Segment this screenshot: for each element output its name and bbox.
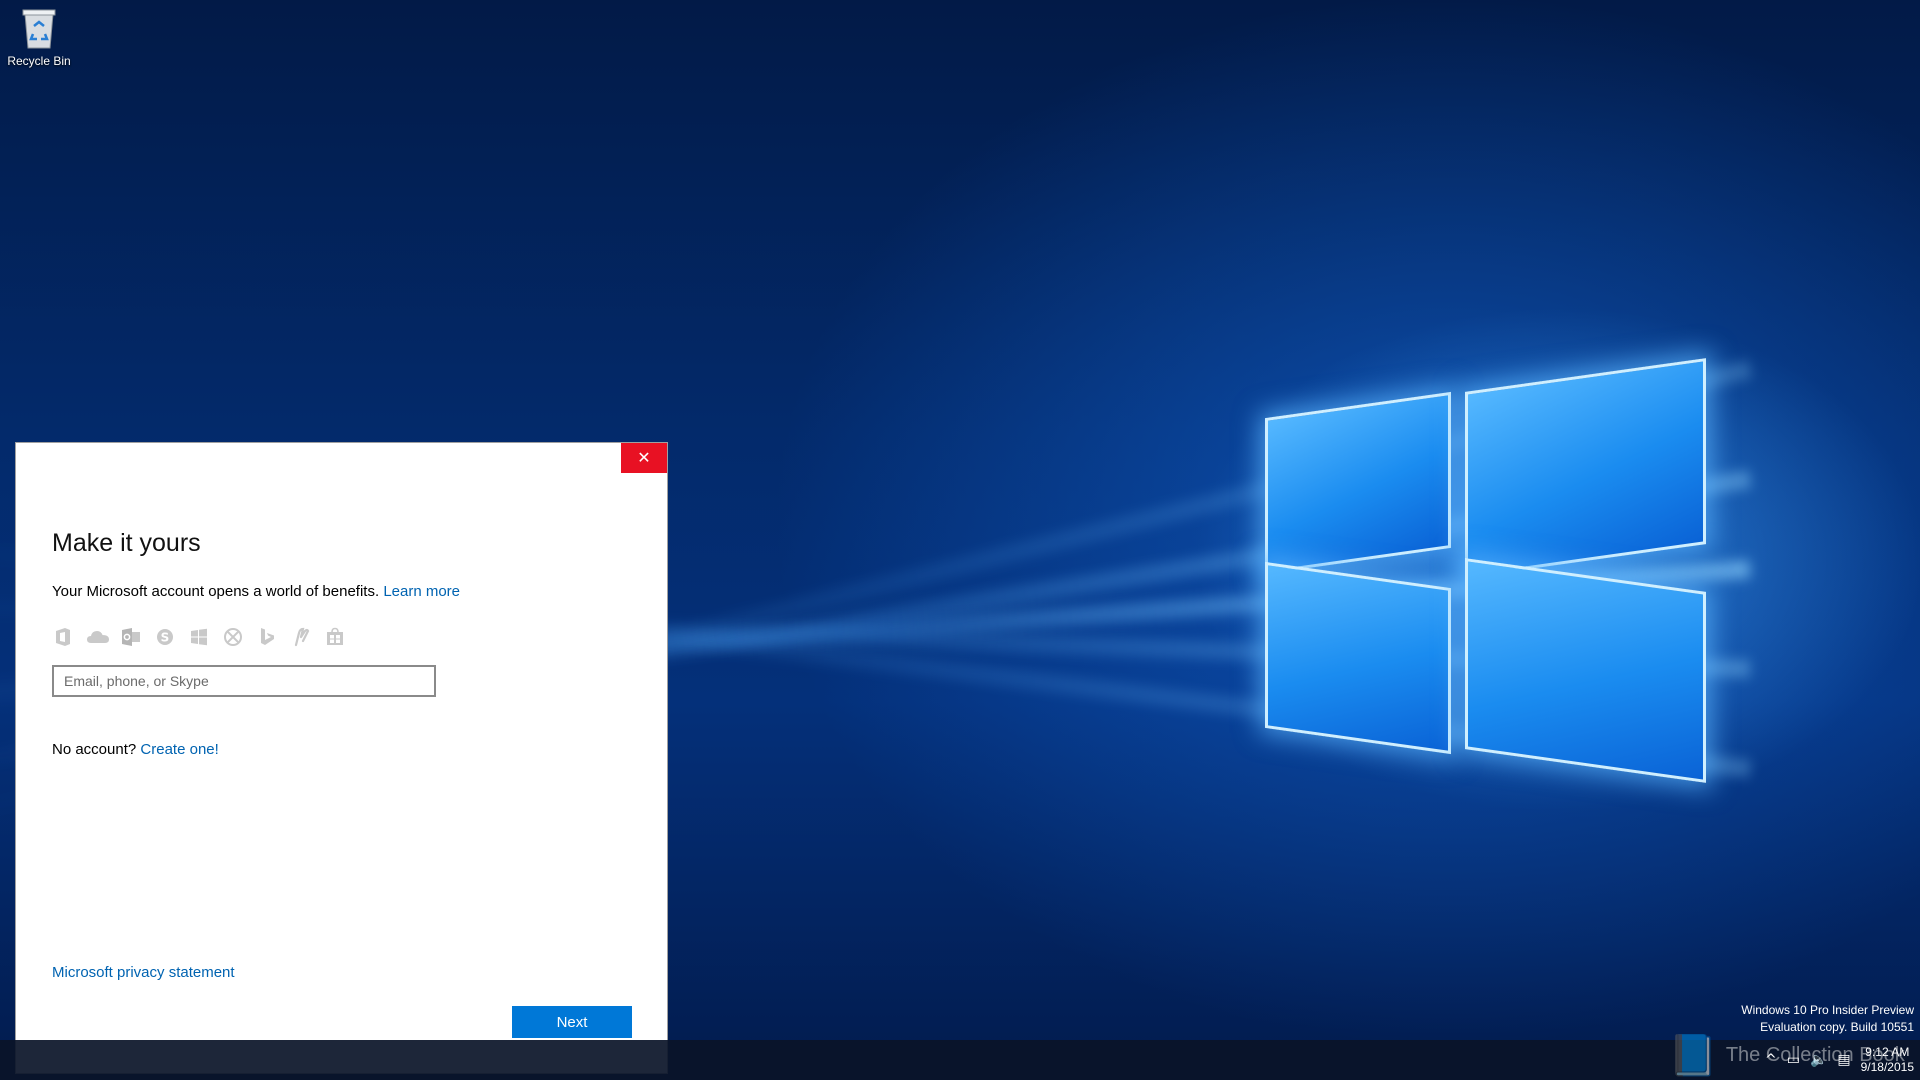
no-account-text: No account?: [52, 741, 137, 758]
onedrive-icon: [86, 627, 109, 647]
learn-more-link[interactable]: Learn more: [383, 583, 460, 600]
watermark-edition: Windows 10 Pro Insider Preview: [1741, 1003, 1914, 1017]
recycle-bin-shortcut[interactable]: Recycle Bin: [4, 6, 74, 68]
benefits-text: Your Microsoft account opens a world of …: [52, 583, 460, 600]
logo-pane: [1265, 391, 1451, 575]
microsoft-account-dialog: ✕ Make it yours Your Microsoft account o…: [15, 442, 668, 1074]
close-button[interactable]: ✕: [621, 443, 667, 473]
bing-icon: [256, 627, 278, 647]
xbox-icon: [222, 627, 244, 647]
msn-icon: [290, 627, 312, 647]
recycle-bin-icon: [20, 8, 58, 50]
logo-pane: [1465, 358, 1706, 578]
desktop: Recycle Bin ✕ Make it yours Your Microso…: [0, 0, 1920, 1080]
logo-pane: [1265, 561, 1451, 755]
service-icons-row: S: [52, 627, 346, 647]
outlook-icon: [120, 627, 142, 647]
recycle-bin-label: Recycle Bin: [7, 54, 71, 68]
book-icon: 📘: [1668, 1033, 1718, 1079]
no-account-row: No account? Create one!: [52, 741, 219, 758]
store-icon: [324, 627, 346, 647]
next-button[interactable]: Next: [512, 1006, 632, 1038]
taskbar: ^ ▭ 🔈 ▤ 9:12 AM 9/18/2015: [0, 1040, 1920, 1080]
privacy-statement-link[interactable]: Microsoft privacy statement: [52, 964, 235, 981]
benefits-description: Your Microsoft account opens a world of …: [52, 583, 380, 600]
create-account-link[interactable]: Create one!: [140, 741, 218, 758]
close-icon: ✕: [637, 450, 651, 467]
svg-text:S: S: [161, 631, 170, 645]
email-phone-skype-input[interactable]: [52, 665, 436, 697]
windows-build-watermark: Windows 10 Pro Insider Preview Evaluatio…: [1741, 1002, 1914, 1036]
office-icon: [52, 627, 74, 647]
logo-pane: [1465, 558, 1706, 783]
overlay-text: The Collection Book: [1725, 1044, 1905, 1066]
dialog-title: Make it yours: [52, 529, 201, 557]
collection-book-overlay: 📘 The Collection Book: [1668, 1032, 1905, 1079]
windows-icon: [188, 627, 210, 647]
windows-logo-wallpaper: [1265, 345, 1710, 785]
skype-icon: S: [154, 627, 176, 647]
